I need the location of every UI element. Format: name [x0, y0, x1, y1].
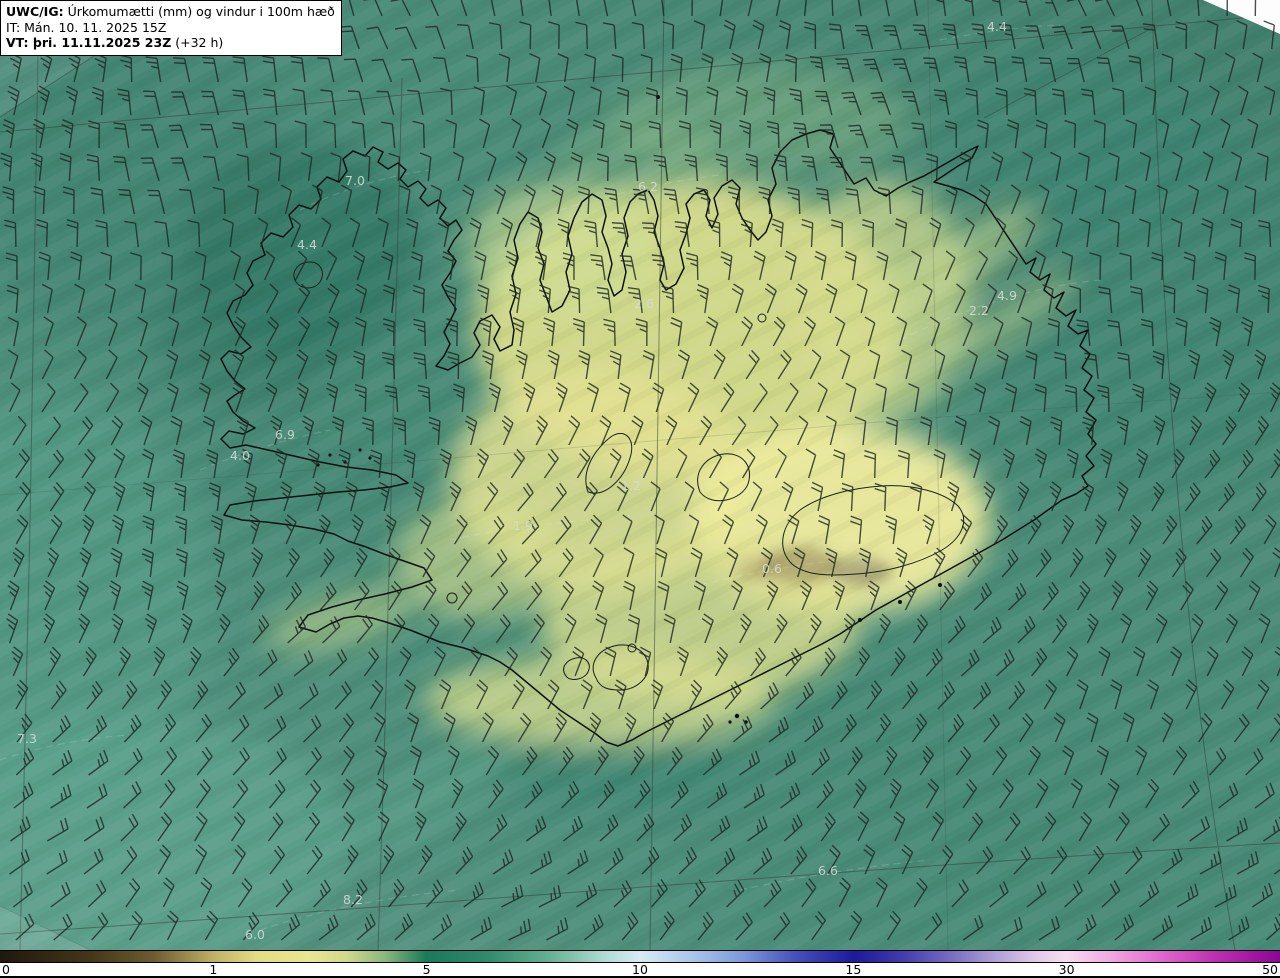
precipitation-colorbar: 0 1 5 10 15 30 50 [0, 950, 1280, 978]
valid-time: VT: þri. 11.11.2025 23Z [6, 35, 172, 50]
contour-label: 7.3 [17, 731, 37, 746]
colorbar-tick: 10 [632, 962, 648, 977]
weather-map: 4.4 7.0 6.2 4.4 2.6 4.9 2.2 6.9 4.0 1.2 … [0, 0, 1280, 978]
contour-label: 1.2 [621, 478, 641, 493]
colorbar-tick: 5 [422, 962, 431, 977]
colorbar-tick: 0 [2, 962, 10, 977]
colorbar-tick: 30 [1058, 962, 1075, 977]
contour-label: 7.0 [345, 173, 365, 188]
valid-time-offset: (+32 h) [171, 35, 224, 50]
contour-label: 1.9 [513, 518, 533, 533]
colorbar-tick-labels: 0 1 5 10 15 30 50 [0, 963, 1280, 976]
colorbar-tick: 1 [209, 962, 218, 977]
valid-time-line: VT: þri. 11.11.2025 23Z (+32 h) [6, 35, 335, 51]
info-box: UWC/IG: Úrkomumætti (mm) og vindur i 100… [0, 0, 342, 56]
contour-label: 4.4 [297, 237, 317, 252]
colorbar-tick: 50 [1262, 962, 1278, 977]
contour-label: 4.4 [987, 19, 1007, 34]
map-canvas: 4.4 7.0 6.2 4.4 2.6 4.9 2.2 6.9 4.0 1.2 … [0, 0, 1280, 950]
contour-label: 4.0 [230, 448, 250, 463]
contour-label: 6.9 [275, 427, 295, 442]
init-time-line: IT: Mán. 10. 11. 2025 15Z [6, 19, 167, 35]
contour-label: 6.2 [638, 179, 658, 194]
product-label: UWC/IG: [6, 4, 64, 19]
sea-banding-texture [0, 0, 1280, 950]
product-title-line: UWC/IG: Úrkomumætti (mm) og vindur i 100… [6, 4, 335, 20]
contour-label: 2.6 [634, 296, 654, 311]
contour-label: 0.6 [762, 561, 782, 576]
colorbar-tick: 15 [845, 962, 862, 977]
product-title: Úrkomumætti (mm) og vindur i 100m hæð [63, 4, 335, 19]
contour-label: 4.9 [997, 288, 1017, 303]
contour-label: 6.6 [818, 863, 838, 878]
contour-label: 8.2 [343, 892, 363, 907]
contour-label: 2.2 [969, 303, 989, 318]
contour-label: 6.0 [245, 927, 265, 942]
